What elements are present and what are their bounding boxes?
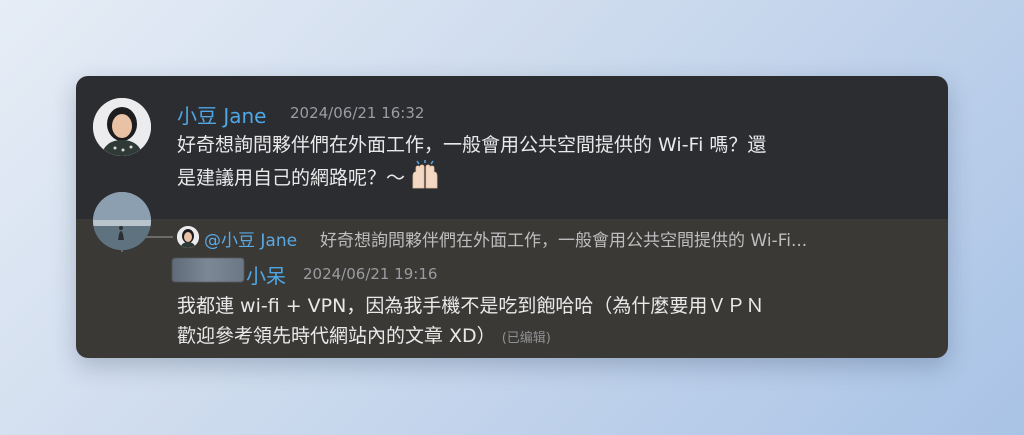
beach-photo-avatar-icon [93, 192, 151, 250]
person-avatar-icon [93, 98, 151, 156]
message-line: 是建議用自己的網路呢？～ [177, 167, 406, 189]
message-line: 好奇想詢問夥伴們在外面工作，一般會用公共空間提供的 Wi-Fi 嗎？還 [177, 134, 767, 156]
message-text-dai: 我都連 wi-fi + VPN，因為我手機不是吃到飽哈哈（為什麼要用ＶＰＮ 歡迎… [177, 291, 764, 354]
blurred-role-tag [172, 258, 244, 282]
message-line-with-emoji: 是建議用自己的網路呢？～ [177, 160, 766, 199]
author-name-jane[interactable]: 小豆 Jane [177, 100, 267, 129]
raising-hands-emoji-icon [407, 160, 443, 199]
person-avatar-icon [177, 226, 199, 248]
avatar-jane[interactable] [93, 98, 151, 156]
avatar-dai[interactable] [93, 192, 151, 250]
message-text-jane: 好奇想詢問夥伴們在外面工作，一般會用公共空間提供的 Wi-Fi 嗎？還 是建議用… [177, 130, 766, 199]
message-line: 我都連 wi-fi + VPN，因為我手機不是吃到飽哈哈（為什麼要用ＶＰＮ [177, 295, 765, 317]
edited-label: (已编辑) [501, 331, 551, 346]
timestamp-jane: 2024/06/21 16:32 [290, 104, 425, 122]
message-line-with-edited: 歡迎參考領先時代網站內的文章 XD） (已编辑) [177, 321, 764, 354]
reply-preview-text[interactable]: 好奇想詢問夥伴們在外面工作，一般會用公共空間提供的 Wi-Fi... [320, 226, 807, 251]
chat-card: 小豆 Jane 2024/06/21 16:32 好奇想詢問夥伴們在外面工作，一… [76, 76, 948, 358]
reply-mention[interactable]: @小豆 Jane [204, 226, 297, 251]
message-line: 歡迎參考領先時代網站內的文章 XD） [177, 325, 496, 347]
timestamp-dai: 2024/06/21 19:16 [303, 265, 438, 283]
author-name-dai[interactable]: 小呆 [246, 260, 286, 289]
reply-avatar-jane[interactable] [177, 226, 199, 248]
